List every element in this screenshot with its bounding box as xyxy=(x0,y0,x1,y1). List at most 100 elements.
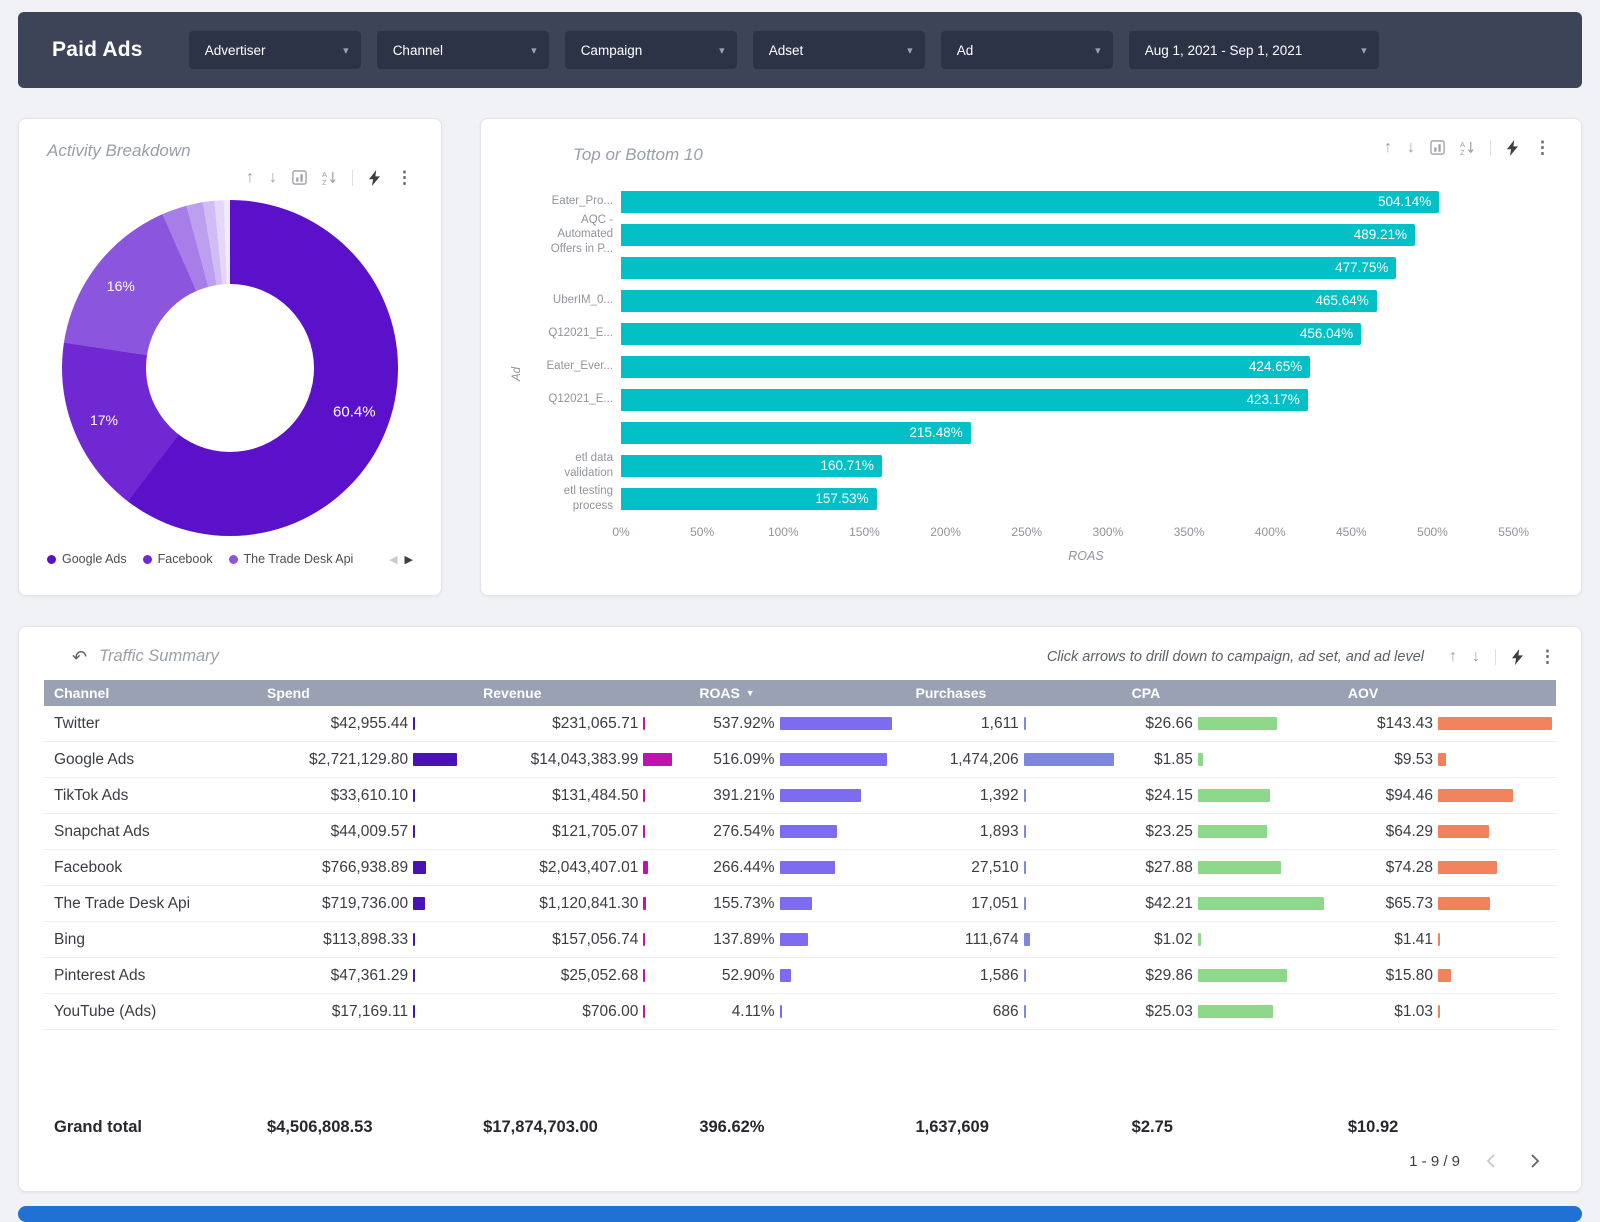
bar[interactable]: 477.75% xyxy=(621,257,1396,279)
mini-bar-track xyxy=(780,717,908,730)
column-header-revenue[interactable]: Revenue xyxy=(475,685,691,701)
cpa-value: $42.21 xyxy=(1145,895,1192,913)
table-row-youtube-ads[interactable]: YouTube (Ads)$17,169.11$706.004.11%686$2… xyxy=(44,994,1556,1030)
move-up-icon[interactable]: ↑ xyxy=(246,170,254,186)
channel-cell: TikTok Ads xyxy=(44,787,259,805)
bar-row: UberIM_0...465.64% xyxy=(525,284,1551,317)
x-axis-tick: 350% xyxy=(1174,525,1205,539)
column-header-spend[interactable]: Spend xyxy=(259,685,475,701)
channel-cell: YouTube (Ads) xyxy=(44,1003,259,1021)
column-header-channel[interactable]: Channel xyxy=(44,685,259,701)
chevron-right-icon[interactable] xyxy=(1524,1151,1544,1171)
chevron-left-icon[interactable] xyxy=(1482,1151,1502,1171)
explore-chart-icon[interactable] xyxy=(292,170,307,185)
y-axis-title: Ad xyxy=(511,185,523,563)
legend-next-icon[interactable]: ▶ xyxy=(405,553,413,566)
move-up-icon[interactable]: ↑ xyxy=(1449,649,1457,665)
spend-value: $766,938.89 xyxy=(322,859,408,877)
aov-cell: $74.28 xyxy=(1340,859,1556,877)
sort-az-icon[interactable]: AZ xyxy=(1460,140,1475,155)
bar-row: Q12021_E...423.17% xyxy=(525,383,1551,416)
table-row-tiktok-ads[interactable]: TikTok Ads$33,610.10$131,484.50391.21%1,… xyxy=(44,778,1556,814)
sort-az-icon[interactable]: AZ xyxy=(322,170,337,185)
table-row-google-ads[interactable]: Google Ads$2,721,129.80$14,043,383.99516… xyxy=(44,742,1556,778)
bar[interactable]: 489.21% xyxy=(621,224,1415,246)
spend-cell: $42,955.44 xyxy=(259,715,475,733)
bar[interactable]: 456.04% xyxy=(621,323,1361,345)
move-up-icon[interactable]: ↑ xyxy=(1384,140,1392,156)
lightning-icon[interactable] xyxy=(368,170,381,186)
mini-bar-track xyxy=(1198,789,1340,802)
move-down-icon[interactable]: ↓ xyxy=(269,170,277,186)
explore-chart-icon[interactable] xyxy=(1430,140,1445,155)
legend-label: The Trade Desk Api xyxy=(244,552,354,566)
spend-cell: $44,009.57 xyxy=(259,823,475,841)
roas-value: 537.92% xyxy=(713,715,774,733)
grand-total-row: Grand total$4,506,808.53$17,874,703.0039… xyxy=(44,1107,1556,1147)
table-row-twitter[interactable]: Twitter$42,955.44$231,065.71537.92%1,611… xyxy=(44,706,1556,742)
grand-total-roas: 396.62% xyxy=(691,1118,907,1137)
roas-mini-bar xyxy=(780,897,812,910)
legend-item-the-trade-desk-api[interactable]: The Trade Desk Api xyxy=(229,552,354,566)
move-down-icon[interactable]: ↓ xyxy=(1407,140,1415,156)
move-down-icon[interactable]: ↓ xyxy=(1472,649,1480,665)
bar-track: 424.65% xyxy=(621,356,1551,378)
bar[interactable]: 423.17% xyxy=(621,389,1308,411)
date-range-filter[interactable]: Aug 1, 2021 - Sep 1, 2021 ▾ xyxy=(1129,31,1379,69)
filter-channel[interactable]: Channel▾ xyxy=(377,31,549,69)
roas-cell: 266.44% xyxy=(691,859,907,877)
column-header-roas[interactable]: ROAS▼ xyxy=(691,685,907,701)
mini-bar-track xyxy=(413,753,475,766)
filter-adset[interactable]: Adset▾ xyxy=(753,31,925,69)
revenue-value: $231,065.71 xyxy=(552,715,638,733)
drill-up-icon[interactable]: ↶ xyxy=(72,648,87,666)
bar[interactable]: 465.64% xyxy=(621,290,1377,312)
bar[interactable]: 215.48% xyxy=(621,422,971,444)
column-header-aov[interactable]: AOV xyxy=(1340,685,1556,701)
legend-item-google-ads[interactable]: Google Ads xyxy=(47,552,127,566)
cpa-cell: $26.66 xyxy=(1124,715,1340,733)
bar[interactable]: 424.65% xyxy=(621,356,1310,378)
bar[interactable]: 504.14% xyxy=(621,191,1439,213)
traffic-summary-title: Traffic Summary xyxy=(99,647,219,666)
roas-mini-bar xyxy=(780,933,809,946)
column-header-purchases[interactable]: Purchases xyxy=(908,685,1124,701)
grand-total-spend: $4,506,808.53 xyxy=(259,1118,475,1137)
purchases-mini-bar xyxy=(1024,789,1026,802)
lightning-icon[interactable] xyxy=(1511,649,1524,665)
table-row-pinterest-ads[interactable]: Pinterest Ads$47,361.29$25,052.6852.90%1… xyxy=(44,958,1556,994)
purchases-cell: 27,510 xyxy=(908,859,1124,877)
kebab-menu-icon[interactable]: ⋮ xyxy=(1539,648,1556,665)
mini-bar-track xyxy=(413,789,475,802)
bottom-scrollbar[interactable] xyxy=(18,1206,1582,1222)
legend-prev-icon[interactable]: ◀ xyxy=(389,553,397,566)
kebab-menu-icon[interactable]: ⋮ xyxy=(1534,139,1551,156)
filter-label: Adset xyxy=(769,43,804,58)
bar[interactable]: 160.71% xyxy=(621,455,882,477)
mini-bar-track xyxy=(413,897,475,910)
aov-mini-bar xyxy=(1438,789,1513,802)
aov-cell: $143.43 xyxy=(1340,715,1556,733)
bar[interactable]: 157.53% xyxy=(621,488,877,510)
filter-ad[interactable]: Ad▾ xyxy=(941,31,1113,69)
purchases-cell: 1,474,206 xyxy=(908,751,1124,769)
lightning-icon[interactable] xyxy=(1506,140,1519,156)
kebab-menu-icon[interactable]: ⋮ xyxy=(396,169,413,186)
filter-advertiser[interactable]: Advertiser▾ xyxy=(189,31,361,69)
table-row-facebook[interactable]: Facebook$766,938.89$2,043,407.01266.44%2… xyxy=(44,850,1556,886)
card-toolbar: ↑ ↓ AZ ⋮ xyxy=(1384,139,1551,156)
filter-campaign[interactable]: Campaign▾ xyxy=(565,31,737,69)
cpa-mini-bar xyxy=(1198,933,1201,946)
mini-bar-track xyxy=(1024,969,1124,982)
table-row-the-trade-desk-api[interactable]: The Trade Desk Api$719,736.00$1,120,841.… xyxy=(44,886,1556,922)
column-header-cpa[interactable]: CPA xyxy=(1124,685,1340,701)
roas-value: 391.21% xyxy=(713,787,774,805)
purchases-value: 1,586 xyxy=(980,967,1019,985)
table-row-snapchat-ads[interactable]: Snapchat Ads$44,009.57$121,705.07276.54%… xyxy=(44,814,1556,850)
purchases-value: 111,674 xyxy=(965,931,1019,949)
table-row-bing[interactable]: Bing$113,898.33$157,056.74137.89%111,674… xyxy=(44,922,1556,958)
legend-item-facebook[interactable]: Facebook xyxy=(143,552,213,566)
cpa-cell: $29.86 xyxy=(1124,967,1340,985)
bar-track: 504.14% xyxy=(621,191,1551,213)
bar-rows: Eater_Pro...504.14%AQC - Automated Offer… xyxy=(525,185,1551,515)
